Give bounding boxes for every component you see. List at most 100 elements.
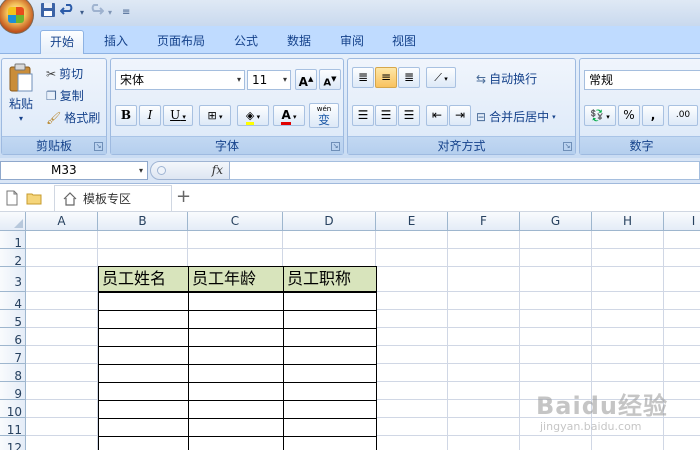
- table-cell[interactable]: [283, 364, 377, 383]
- font-launcher-icon[interactable]: ↘: [331, 142, 340, 151]
- table-cell[interactable]: [283, 328, 377, 347]
- folder-icon[interactable]: [26, 190, 42, 206]
- increase-indent-button[interactable]: ⇥: [449, 105, 471, 126]
- grid-cell[interactable]: [376, 436, 448, 450]
- grid-cell[interactable]: [448, 364, 520, 382]
- grid-cell[interactable]: [376, 292, 448, 310]
- grid-cell[interactable]: [664, 328, 700, 346]
- grid-cell[interactable]: [26, 418, 98, 436]
- column-header[interactable]: A: [26, 212, 98, 231]
- grid-cell[interactable]: [520, 231, 592, 249]
- grid-cell[interactable]: [448, 249, 520, 267]
- grid-cell[interactable]: [376, 267, 448, 292]
- table-header-cell[interactable]: 员工姓名: [98, 266, 189, 292]
- row-header[interactable]: 5: [0, 310, 26, 329]
- select-all-corner[interactable]: [0, 212, 26, 231]
- grid-cell[interactable]: [26, 310, 98, 328]
- grid-cell[interactable]: [448, 436, 520, 450]
- tab-review[interactable]: 审阅: [331, 30, 373, 54]
- number-format-select[interactable]: 常规: [584, 70, 700, 90]
- new-file-icon[interactable]: [4, 190, 20, 206]
- column-header[interactable]: C: [188, 212, 283, 231]
- grid-cell[interactable]: [376, 231, 448, 249]
- copy-button[interactable]: ❐ 复制: [46, 87, 84, 104]
- fill-color-button[interactable]: ◈ ▾: [237, 105, 269, 126]
- paste-button[interactable]: 粘贴 ▾: [6, 63, 36, 123]
- align-middle-button[interactable]: ≡: [375, 67, 397, 88]
- bold-button[interactable]: B: [115, 105, 137, 126]
- grid-cell[interactable]: [283, 231, 376, 249]
- grid-cell[interactable]: [376, 418, 448, 436]
- table-cell[interactable]: [283, 310, 377, 329]
- grid-cell[interactable]: [376, 364, 448, 382]
- grid-cell[interactable]: [376, 400, 448, 418]
- grid-cell[interactable]: [26, 292, 98, 310]
- grid-cell[interactable]: [26, 328, 98, 346]
- grid-cell[interactable]: [26, 436, 98, 450]
- table-cell[interactable]: [98, 310, 189, 329]
- tab-formulas[interactable]: 公式: [225, 30, 267, 54]
- grid-cell[interactable]: [26, 249, 98, 267]
- column-header[interactable]: D: [283, 212, 376, 231]
- table-header-cell[interactable]: 员工职称: [283, 266, 377, 292]
- grid-cell[interactable]: [520, 249, 592, 267]
- row-header[interactable]: 4: [0, 292, 26, 311]
- grid-cell[interactable]: [448, 400, 520, 418]
- customize-icon[interactable]: ≡: [122, 4, 130, 22]
- table-cell[interactable]: [98, 292, 189, 311]
- grid-cell[interactable]: [592, 328, 664, 346]
- grid-cell[interactable]: [592, 310, 664, 328]
- table-cell[interactable]: [283, 400, 377, 419]
- formula-input[interactable]: [230, 161, 700, 180]
- row-header[interactable]: 7: [0, 346, 26, 365]
- grid-cell[interactable]: [26, 267, 98, 292]
- grid-cell[interactable]: [520, 346, 592, 364]
- table-cell[interactable]: [188, 400, 284, 419]
- save-icon[interactable]: [40, 2, 56, 24]
- grid-cell[interactable]: [664, 292, 700, 310]
- grid-cell[interactable]: [664, 249, 700, 267]
- row-header[interactable]: 3: [0, 267, 26, 292]
- column-header[interactable]: I: [664, 212, 700, 231]
- grid-cell[interactable]: [448, 418, 520, 436]
- table-cell[interactable]: [188, 436, 284, 450]
- format-painter-button[interactable]: 🖌 格式刷: [46, 109, 100, 126]
- grid-cell[interactable]: [448, 328, 520, 346]
- grid-cell[interactable]: [283, 249, 376, 267]
- grow-font-button[interactable]: A▲: [295, 69, 317, 90]
- insert-function-button[interactable]: fx: [212, 162, 223, 179]
- grid-cell[interactable]: [448, 346, 520, 364]
- column-header[interactable]: H: [592, 212, 664, 231]
- grid-cell[interactable]: [448, 231, 520, 249]
- table-cell[interactable]: [188, 364, 284, 383]
- tab-page-layout[interactable]: 页面布局: [148, 30, 214, 54]
- grid-cell[interactable]: [26, 400, 98, 418]
- column-header[interactable]: F: [448, 212, 520, 231]
- grid-cell[interactable]: [26, 382, 98, 400]
- table-cell[interactable]: [283, 292, 377, 311]
- row-header[interactable]: 12: [0, 436, 26, 450]
- grid-cell[interactable]: [592, 292, 664, 310]
- column-header[interactable]: E: [376, 212, 448, 231]
- table-cell[interactable]: [188, 328, 284, 347]
- align-top-button[interactable]: ≣: [352, 67, 374, 88]
- table-cell[interactable]: [98, 418, 189, 437]
- comma-button[interactable]: ,: [642, 105, 664, 126]
- grid-cell[interactable]: [376, 328, 448, 346]
- grid-cell[interactable]: [376, 382, 448, 400]
- table-cell[interactable]: [98, 328, 189, 347]
- align-center-button[interactable]: ☰: [375, 105, 397, 126]
- tab-home[interactable]: 开始: [40, 30, 85, 54]
- border-button[interactable]: ⊞ ▾: [199, 105, 231, 126]
- cut-button[interactable]: ✂ 剪切: [46, 65, 83, 82]
- font-color-button[interactable]: A ▾: [273, 105, 305, 126]
- row-header[interactable]: 6: [0, 328, 26, 347]
- row-header[interactable]: 1: [0, 231, 26, 250]
- table-cell[interactable]: [188, 346, 284, 365]
- table-cell[interactable]: [188, 382, 284, 401]
- alignment-launcher-icon[interactable]: ↘: [563, 142, 572, 151]
- undo-dropdown-icon[interactable]: ▾: [80, 4, 84, 22]
- grid-cell[interactable]: [26, 364, 98, 382]
- grid-cell[interactable]: [664, 267, 700, 292]
- row-header[interactable]: 2: [0, 249, 26, 268]
